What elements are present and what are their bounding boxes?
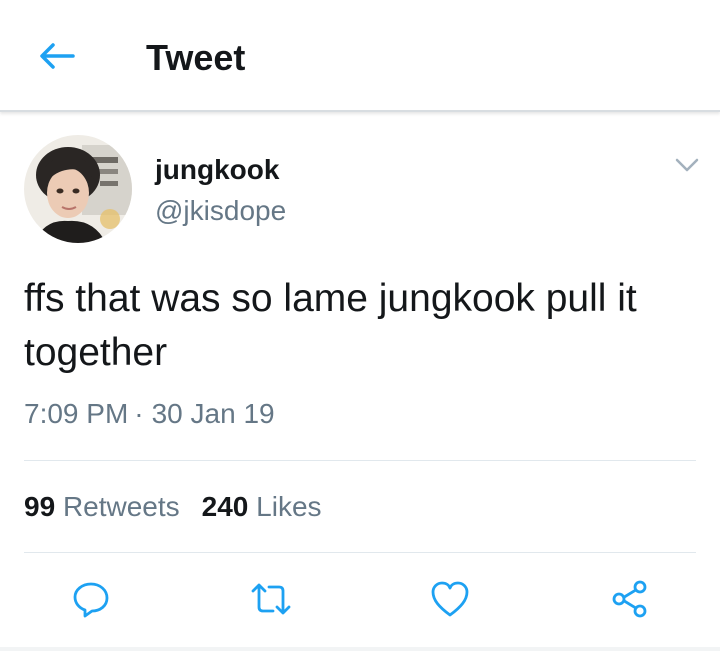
likes-count: 240 <box>201 491 249 522</box>
share-icon <box>612 580 647 618</box>
share-button[interactable] <box>608 577 652 621</box>
likes-label: Likes <box>256 491 322 522</box>
timestamp-separator: · <box>134 398 144 429</box>
divider <box>24 460 696 461</box>
reply-icon <box>73 582 109 618</box>
top-app-bar: Tweet <box>0 0 720 112</box>
retweet-icon <box>251 583 291 615</box>
heart-icon <box>431 581 469 617</box>
tweet-date: 30 Jan 19 <box>151 398 275 429</box>
profile-photo <box>24 135 132 243</box>
like-button[interactable] <box>428 577 472 621</box>
tweet-text: ffs that was so lame jungkook pull it to… <box>24 277 637 374</box>
arrow-left-icon <box>40 43 75 69</box>
author-display-name[interactable]: jungkook <box>155 153 279 187</box>
avatar[interactable] <box>24 135 132 243</box>
tweet-timestamp: 7:09 PM · 30 Jan 19 <box>24 396 275 432</box>
tweet-time: 7:09 PM <box>24 398 129 429</box>
divider <box>24 552 696 553</box>
retweet-button[interactable] <box>249 577 293 621</box>
reply-button[interactable] <box>69 577 113 621</box>
retweets-stat[interactable]: 99 Retweets <box>24 489 180 525</box>
bottom-divider <box>0 647 720 651</box>
page-title: Tweet <box>146 37 246 78</box>
tweet-menu-button[interactable] <box>670 150 704 180</box>
retweets-count: 99 <box>24 491 56 522</box>
author-handle[interactable]: @jkisdope <box>155 194 286 228</box>
tweet-stats: 99 Retweets 240 Likes <box>24 489 322 525</box>
retweets-label: Retweets <box>62 491 180 522</box>
back-button[interactable] <box>34 36 80 76</box>
chevron-down-icon <box>675 158 699 172</box>
likes-stat[interactable]: 240 Likes <box>202 489 322 525</box>
